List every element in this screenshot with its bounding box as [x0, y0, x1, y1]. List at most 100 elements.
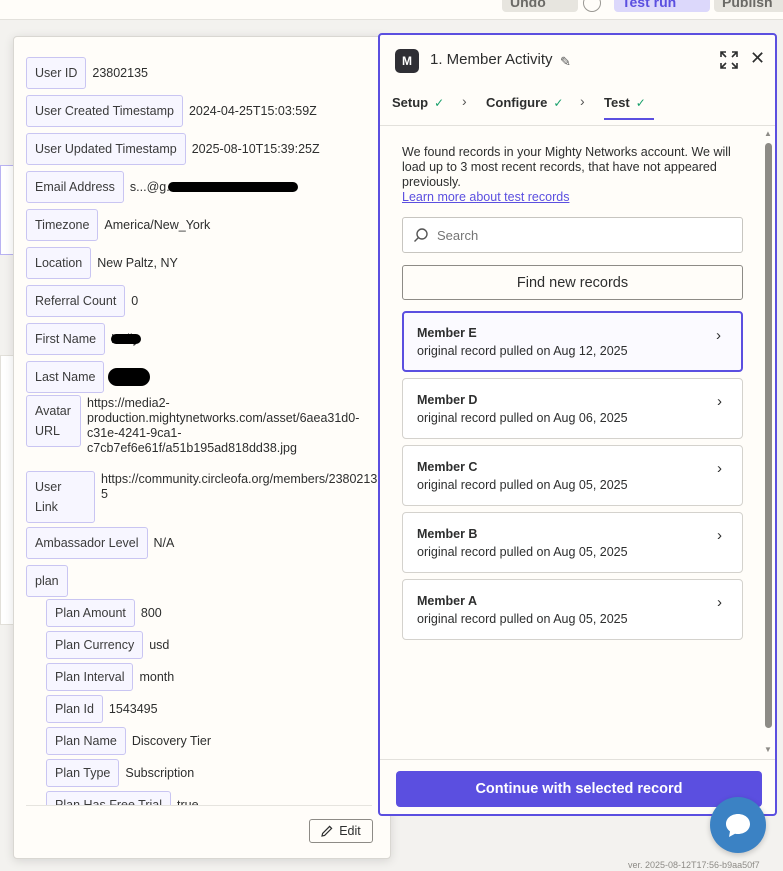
scroll-up-icon[interactable]: ▲: [764, 129, 772, 138]
field-value: 1543495: [108, 702, 158, 716]
tab-setup-label: Setup: [392, 95, 429, 110]
record-subtitle: original record pulled on Aug 05, 2025: [417, 545, 628, 559]
continue-label: Continue with selected record: [475, 781, 683, 797]
record-card[interactable]: Member B original record pulled on Aug 05…: [402, 512, 743, 573]
chevron-right-icon: ›: [580, 93, 585, 109]
record-name: Member E: [417, 326, 477, 340]
find-new-records-label: Find new records: [516, 274, 629, 291]
tab-setup[interactable]: Setup ✓: [392, 95, 444, 110]
field-key-pill[interactable]: Plan Interval: [46, 663, 134, 691]
version-text: ver. 2025-08-12T17:56-b9aa50f7: [628, 860, 760, 870]
learn-more-link[interactable]: Learn more about test records: [402, 190, 569, 204]
field-value: Holly: [109, 323, 145, 355]
redaction-mark: [111, 334, 142, 344]
field-key-pill[interactable]: Timezone: [26, 209, 99, 241]
field-key-pill[interactable]: Avatar URL: [26, 395, 81, 447]
field-key-pill[interactable]: Last Name: [26, 361, 105, 393]
find-new-records-button[interactable]: Find new records: [402, 265, 743, 300]
undo-button[interactable]: Undo: [502, 0, 578, 12]
step-title[interactable]: 1. Member Activity: [430, 51, 553, 68]
scroll-thumb[interactable]: [765, 143, 772, 728]
field-key-pill[interactable]: User Created Timestamp: [26, 95, 183, 127]
field-key-pill[interactable]: Plan Type: [46, 759, 120, 787]
check-icon: ✓: [434, 96, 445, 110]
chevron-right-icon: ›: [716, 327, 721, 344]
record-field-row: Timezone America/New_York: [26, 209, 210, 241]
record-name: Member A: [417, 594, 477, 608]
field-key-pill[interactable]: Plan Name: [46, 727, 126, 755]
record-subtitle: original record pulled on Aug 05, 2025: [417, 612, 628, 626]
record-field-row: First NameHolly: [26, 323, 145, 355]
pencil-icon: [321, 825, 333, 837]
record-card[interactable]: Member E original record pulled on Aug 12…: [402, 311, 743, 372]
field-key-pill[interactable]: plan: [26, 565, 68, 597]
field-value: Subscription: [125, 766, 195, 780]
record-card[interactable]: Member A original record pulled on Aug 05…: [402, 579, 743, 640]
field-key-pill[interactable]: Location: [26, 247, 92, 279]
record-name: Member C: [417, 460, 478, 474]
field-key-pill[interactable]: Plan Has Free Trial: [46, 791, 171, 805]
record-field-row: Referral Count 0: [26, 285, 138, 317]
chevron-right-icon: ›: [717, 393, 722, 410]
chevron-right-icon: ›: [717, 460, 722, 477]
field-value: 23802135: [92, 66, 148, 80]
record-card[interactable]: Member C original record pulled on Aug 05…: [402, 445, 743, 506]
records-scrollbar[interactable]: ▲ ▼: [764, 129, 774, 757]
record-detail-panel: User ID 23802135 User Created Timestamp 202…: [13, 36, 391, 859]
edit-button[interactable]: Edit: [309, 819, 373, 843]
tab-configure[interactable]: Configure ✓: [486, 95, 563, 110]
plan-field-row: Plan Interval month: [46, 663, 174, 695]
field-key-pill[interactable]: Ambassador Level: [26, 527, 148, 559]
field-key-pill[interactable]: User Updated Timestamp: [26, 133, 186, 165]
step-tabs: Setup ✓ › Configure ✓ › Test ✓: [392, 93, 775, 123]
continue-with-selected-record-button[interactable]: Continue with selected record: [396, 771, 762, 807]
redaction-mark: [167, 182, 298, 192]
publish-button[interactable]: Publish: [714, 0, 783, 12]
scroll-down-icon[interactable]: ▼: [764, 745, 772, 754]
field-value: 0: [131, 294, 139, 308]
chat-support-button[interactable]: [710, 797, 766, 853]
found-records-text: We found records in your Mighty Networks…: [402, 145, 731, 189]
mighty-networks-app-icon: M: [395, 49, 419, 73]
check-icon: ✓: [553, 96, 564, 110]
field-value: usd: [149, 638, 170, 652]
field-key-pill[interactable]: Plan Amount: [46, 599, 135, 627]
history-icon[interactable]: [583, 0, 601, 12]
field-value: true: [176, 798, 199, 805]
field-value: 2025-08-10T15:39:25Z: [191, 142, 320, 156]
tab-test[interactable]: Test ✓: [604, 95, 646, 110]
field-key-pill[interactable]: First Name: [26, 323, 106, 355]
expand-icon[interactable]: [720, 51, 738, 69]
record-card[interactable]: Member D original record pulled on Aug 06…: [402, 378, 743, 439]
test-run-button[interactable]: Test run: [614, 0, 710, 12]
plan-field-row: Plan Currency usd: [46, 631, 169, 663]
field-value: N/A: [153, 536, 175, 550]
search-icon: [414, 228, 428, 242]
tab-test-label: Test: [604, 95, 630, 110]
record-name: Member D: [417, 393, 478, 407]
field-key-pill[interactable]: User Link: [26, 471, 95, 523]
plan-field-row: Plan Amount 800: [46, 599, 162, 631]
field-key-pill[interactable]: Plan Id: [46, 695, 103, 723]
record-field-row: User Updated Timestamp 2025-08-10T15:39:2…: [26, 133, 320, 165]
field-value: New Paltz, NY: [97, 256, 178, 270]
field-key-pill[interactable]: Plan Currency: [46, 631, 144, 659]
record-field-row: User Created Timestamp 2024-04-25T15:03:5…: [26, 95, 317, 127]
tabs-divider: [380, 125, 775, 126]
active-tab-indicator: [604, 118, 654, 120]
plan-field-row: Plan Id 1543495: [46, 695, 158, 727]
field-key-pill[interactable]: Email Address: [26, 171, 124, 203]
field-key-pill[interactable]: User ID: [26, 57, 87, 89]
field-value: 2024-04-25T15:03:59Z: [188, 104, 317, 118]
step-panel: M 1. Member Activity ✎ ✕ Setup ✓ › Config…: [378, 33, 777, 816]
search-input[interactable]: [435, 226, 725, 244]
search-field[interactable]: [402, 217, 743, 253]
chevron-right-icon: ›: [717, 527, 722, 544]
chat-icon: [726, 814, 750, 837]
field-key-pill[interactable]: Referral Count: [26, 285, 126, 317]
record-field-row: Email Address s...@g...com: [26, 171, 302, 203]
record-name: Member B: [417, 527, 478, 541]
close-icon[interactable]: ✕: [750, 48, 765, 69]
rename-pencil-icon[interactable]: ✎: [560, 54, 571, 70]
plan-field-row: Plan Has Free Trial true: [46, 791, 199, 805]
